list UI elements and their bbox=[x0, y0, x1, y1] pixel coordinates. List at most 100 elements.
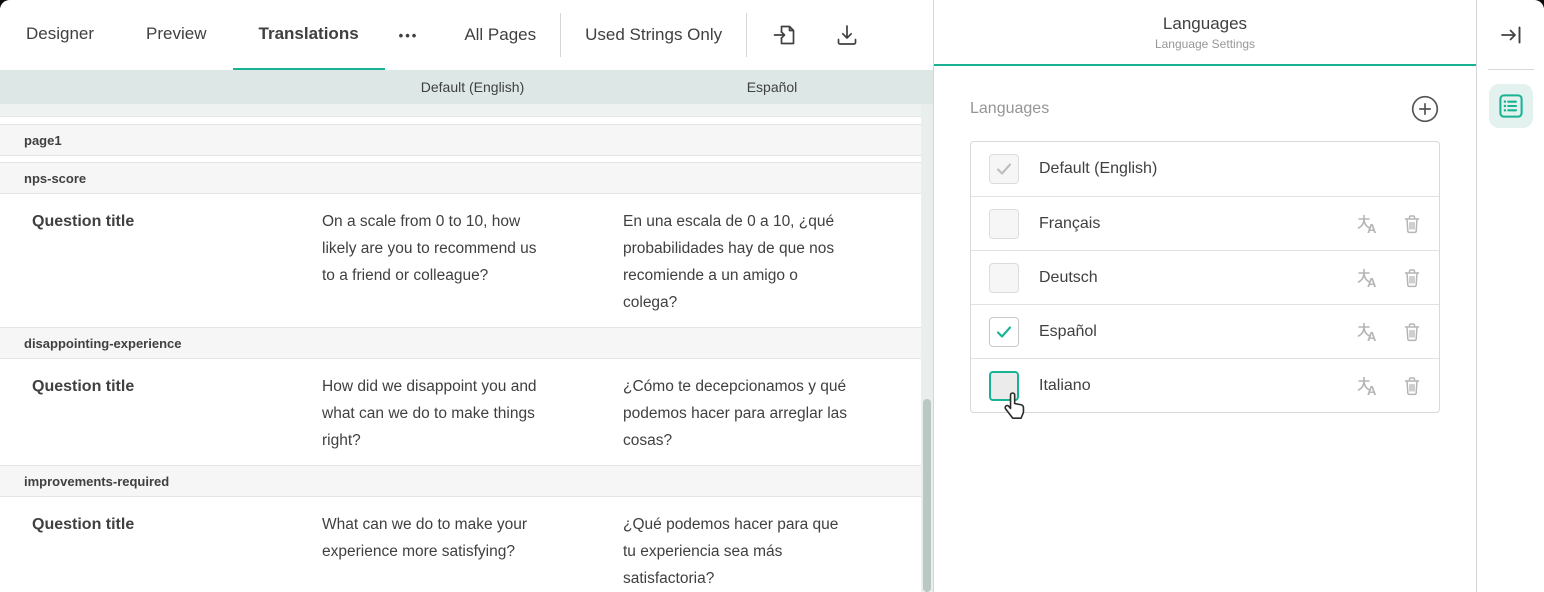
string-name-label: Question title bbox=[0, 511, 322, 592]
translation-table-body: page1 nps-score Question title On a scal… bbox=[0, 104, 933, 592]
check-icon bbox=[994, 322, 1014, 342]
tab-bar: Designer Preview Translations ••• All Pa… bbox=[0, 0, 933, 70]
spanish-column-header: Español bbox=[623, 79, 921, 95]
language-checkbox[interactable] bbox=[989, 154, 1019, 184]
string-name-label: Question title bbox=[0, 208, 322, 316]
translation-table: Default (English) Español page1 nps-scor… bbox=[0, 70, 933, 592]
sidebar-divider bbox=[1488, 69, 1534, 70]
translate-icon: A bbox=[1357, 321, 1379, 343]
languages-panel: Languages Language Settings Languages bbox=[933, 0, 1477, 592]
translation-io-toolbar bbox=[763, 0, 869, 70]
scrollbar-thumb[interactable] bbox=[923, 399, 931, 592]
survey-group-strip bbox=[0, 104, 921, 117]
translation-row: Question title What can we do to make yo… bbox=[0, 497, 921, 592]
group-name: improvements-required bbox=[24, 474, 169, 489]
language-row-actions: A bbox=[1357, 375, 1423, 397]
side-toolbar bbox=[1477, 0, 1544, 592]
machine-translate-button[interactable]: A bbox=[1357, 321, 1379, 343]
export-csv-button[interactable] bbox=[825, 13, 869, 57]
language-checkbox[interactable] bbox=[989, 209, 1019, 239]
ellipsis-icon: ••• bbox=[399, 28, 419, 43]
group-header-row: page1 bbox=[0, 124, 921, 156]
string-name-label: Question title bbox=[0, 373, 322, 454]
svg-text:A: A bbox=[1367, 275, 1377, 289]
download-icon bbox=[834, 22, 860, 48]
language-list-item: Deutsch A bbox=[971, 250, 1439, 304]
check-icon bbox=[994, 159, 1014, 179]
panel-subtitle: Language Settings bbox=[1155, 37, 1255, 51]
trash-icon bbox=[1402, 375, 1422, 397]
spanish-translation-cell[interactable]: ¿Qué podemos hacer para que tu experienc… bbox=[623, 511, 851, 592]
more-tabs-button[interactable]: ••• bbox=[385, 0, 433, 70]
language-name-label: Italiano bbox=[1039, 377, 1357, 395]
language-list-item: Español A bbox=[971, 304, 1439, 358]
group-header-row: improvements-required bbox=[0, 465, 921, 497]
translation-row: Question title On a scale from 0 to 10, … bbox=[0, 194, 921, 327]
machine-translate-button[interactable]: A bbox=[1357, 213, 1379, 235]
all-pages-dropdown[interactable]: All Pages bbox=[440, 0, 560, 70]
collapse-panel-button[interactable] bbox=[1489, 13, 1533, 57]
add-language-button[interactable] bbox=[1410, 94, 1440, 124]
panel-body: Languages Default (English) bbox=[934, 66, 1476, 592]
translate-icon: A bbox=[1357, 267, 1379, 289]
machine-translate-button[interactable]: A bbox=[1357, 267, 1379, 289]
group-header-row: disappointing-experience bbox=[0, 327, 921, 359]
language-row-actions: A bbox=[1357, 213, 1423, 235]
group-header-row: nps-score bbox=[0, 162, 921, 194]
import-icon bbox=[772, 22, 798, 48]
delete-language-button[interactable] bbox=[1401, 267, 1423, 289]
trash-icon bbox=[1402, 213, 1422, 235]
svg-text:A: A bbox=[1367, 221, 1377, 235]
group-name: nps-score bbox=[24, 171, 86, 186]
trash-icon bbox=[1402, 267, 1422, 289]
language-name-label: Default (English) bbox=[1039, 160, 1423, 178]
spanish-translation-cell[interactable]: ¿Cómo te decepcionamos y qué podemos hac… bbox=[623, 373, 851, 454]
translation-row: Question title How did we disappoint you… bbox=[0, 359, 921, 465]
svg-text:A: A bbox=[1367, 383, 1377, 397]
survey-creator-window: Designer Preview Translations ••• All Pa… bbox=[0, 0, 1544, 592]
language-checkbox[interactable] bbox=[989, 263, 1019, 293]
default-translation-cell[interactable]: What can we do to make your experience m… bbox=[322, 511, 550, 592]
spanish-translation-cell[interactable]: En una escala de 0 a 10, ¿qué probabilid… bbox=[623, 208, 851, 316]
language-settings-tool-button[interactable] bbox=[1489, 84, 1533, 128]
language-name-label: Français bbox=[1039, 215, 1357, 233]
delete-language-button[interactable] bbox=[1401, 375, 1423, 397]
trash-icon bbox=[1402, 321, 1422, 343]
used-strings-dropdown[interactable]: Used Strings Only bbox=[561, 0, 746, 70]
tab-designer[interactable]: Designer bbox=[0, 0, 120, 70]
group-name: disappointing-experience bbox=[24, 336, 181, 351]
group-name: page1 bbox=[24, 133, 62, 148]
toolbar-divider bbox=[746, 13, 747, 57]
mouse-cursor bbox=[1000, 389, 1030, 421]
default-translation-cell[interactable]: How did we disappoint you and what can w… bbox=[322, 373, 550, 454]
default-language-column-header: Default (English) bbox=[322, 79, 623, 95]
panel-title: Languages bbox=[1163, 14, 1247, 34]
language-list: Default (English) Français A bbox=[970, 141, 1440, 413]
table-header-row: Default (English) Español bbox=[0, 70, 933, 104]
language-checkbox[interactable] bbox=[989, 371, 1019, 401]
plus-circle-icon bbox=[1411, 95, 1439, 123]
languages-section-header: Languages bbox=[970, 94, 1440, 124]
details-list-icon bbox=[1498, 93, 1524, 119]
default-translation-cell[interactable]: On a scale from 0 to 10, how likely are … bbox=[322, 208, 550, 316]
table-scrollbar[interactable] bbox=[921, 104, 933, 592]
collapse-right-icon bbox=[1499, 23, 1523, 47]
language-checkbox[interactable] bbox=[989, 317, 1019, 347]
panel-header: Languages Language Settings bbox=[934, 0, 1476, 66]
language-row-actions: A bbox=[1357, 267, 1423, 289]
machine-translate-button[interactable]: A bbox=[1357, 375, 1379, 397]
delete-language-button[interactable] bbox=[1401, 321, 1423, 343]
language-list-item: Default (English) bbox=[971, 142, 1439, 196]
svg-text:A: A bbox=[1367, 329, 1377, 343]
language-list-item: Français A bbox=[971, 196, 1439, 250]
language-name-label: Español bbox=[1039, 323, 1357, 341]
delete-language-button[interactable] bbox=[1401, 213, 1423, 235]
tab-preview[interactable]: Preview bbox=[120, 0, 232, 70]
language-list-item: Italiano A bbox=[971, 358, 1439, 412]
main-area: Designer Preview Translations ••• All Pa… bbox=[0, 0, 933, 592]
import-csv-button[interactable] bbox=[763, 13, 807, 57]
translate-icon: A bbox=[1357, 213, 1379, 235]
translate-icon: A bbox=[1357, 375, 1379, 397]
tab-translations[interactable]: Translations bbox=[233, 0, 385, 70]
languages-section-label: Languages bbox=[970, 100, 1049, 118]
